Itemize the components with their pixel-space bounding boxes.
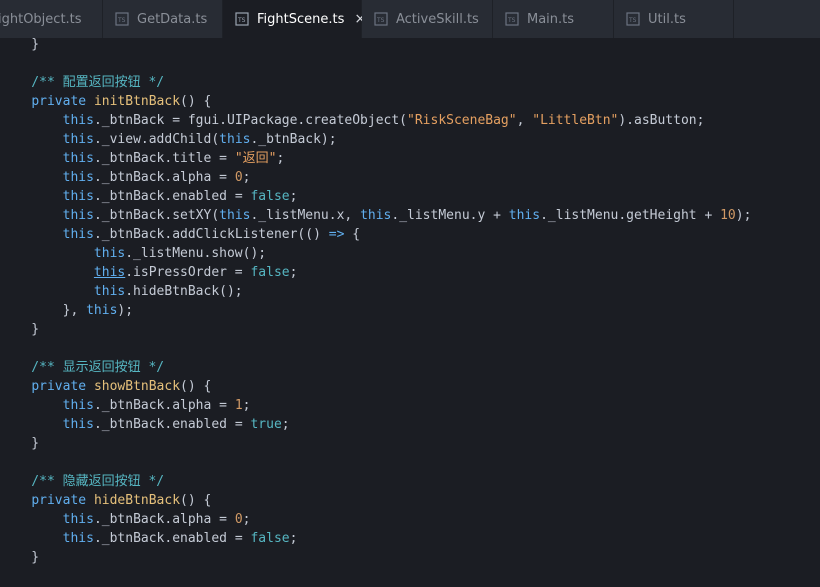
tab-label: ActiveSkill.ts [396, 11, 479, 27]
tab-label: Main.ts [527, 11, 575, 27]
code-editor[interactable]: } /** 配置返回按钮 */ private initBtnBack() { … [0, 38, 820, 587]
code-line: } [0, 436, 40, 451]
code-line: this._listMenu.show(); [93, 246, 267, 261]
tab-label: Util.ts [648, 11, 686, 27]
code-line: this._btnBack = fgui.UIPackage.createObj… [62, 113, 705, 128]
code-comment: /** 显示返回按钮 */ [0, 360, 165, 375]
editor-tab-bar: ightObject.ts TS GetData.ts TS FightScen… [0, 0, 820, 38]
svg-text:TS: TS [376, 17, 385, 24]
code-line: this._btnBack.alpha = 0; [62, 170, 251, 185]
code-line: this._btnBack.enabled = false; [62, 531, 298, 546]
code-line: this.hideBtnBack(); [93, 284, 243, 299]
code-line: this._btnBack.setXY(this._listMenu.x, th… [62, 208, 752, 223]
typescript-file-icon: TS [115, 12, 129, 26]
code-comment: /** 配置返回按钮 */ [0, 75, 165, 90]
svg-text:TS: TS [117, 17, 126, 24]
code-line: private showBtnBack() { [31, 379, 212, 394]
code-line: } [0, 38, 40, 52]
typescript-file-icon: TS [505, 12, 519, 26]
tab-getdata[interactable]: TS GetData.ts [103, 0, 223, 38]
code-line: this._btnBack.alpha = 0; [62, 512, 251, 527]
tab-label: ightObject.ts [0, 11, 82, 27]
code-line: this._btnBack.addClickListener(() => { [62, 227, 361, 242]
svg-text:TS: TS [628, 17, 637, 24]
typescript-file-icon: TS [374, 12, 388, 26]
code-line: }, this); [0, 303, 134, 318]
tab-util[interactable]: TS Util.ts [614, 0, 734, 38]
tab-fightobject[interactable]: ightObject.ts [0, 0, 103, 38]
code-line: this._btnBack.enabled = false; [62, 189, 298, 204]
code-line: } [0, 322, 40, 337]
code-line: this._btnBack.enabled = true; [62, 417, 290, 432]
code-line: private hideBtnBack() { [31, 493, 212, 508]
tab-label: GetData.ts [137, 11, 208, 27]
typescript-file-icon: TS [626, 12, 640, 26]
tab-main[interactable]: TS Main.ts [493, 0, 614, 38]
svg-text:TS: TS [507, 17, 516, 24]
code-line: this._btnBack.title = "返回"; [62, 151, 285, 166]
code-line: } [0, 550, 40, 565]
tab-fightscene[interactable]: TS FightScene.ts × [223, 0, 366, 38]
svg-text:TS: TS [237, 17, 246, 24]
code-line: this.isPressOrder = false; [93, 265, 298, 280]
code-line: this._btnBack.alpha = 1; [62, 398, 251, 413]
code-line: private initBtnBack() { [31, 94, 212, 109]
tab-label: FightScene.ts [257, 11, 345, 27]
code-line: this._view.addChild(this._btnBack); [62, 132, 337, 147]
tab-activeskill[interactable]: TS ActiveSkill.ts [362, 0, 493, 38]
code-comment: /** 隐藏返回按钮 */ [0, 474, 165, 489]
typescript-file-icon: TS [235, 12, 249, 26]
